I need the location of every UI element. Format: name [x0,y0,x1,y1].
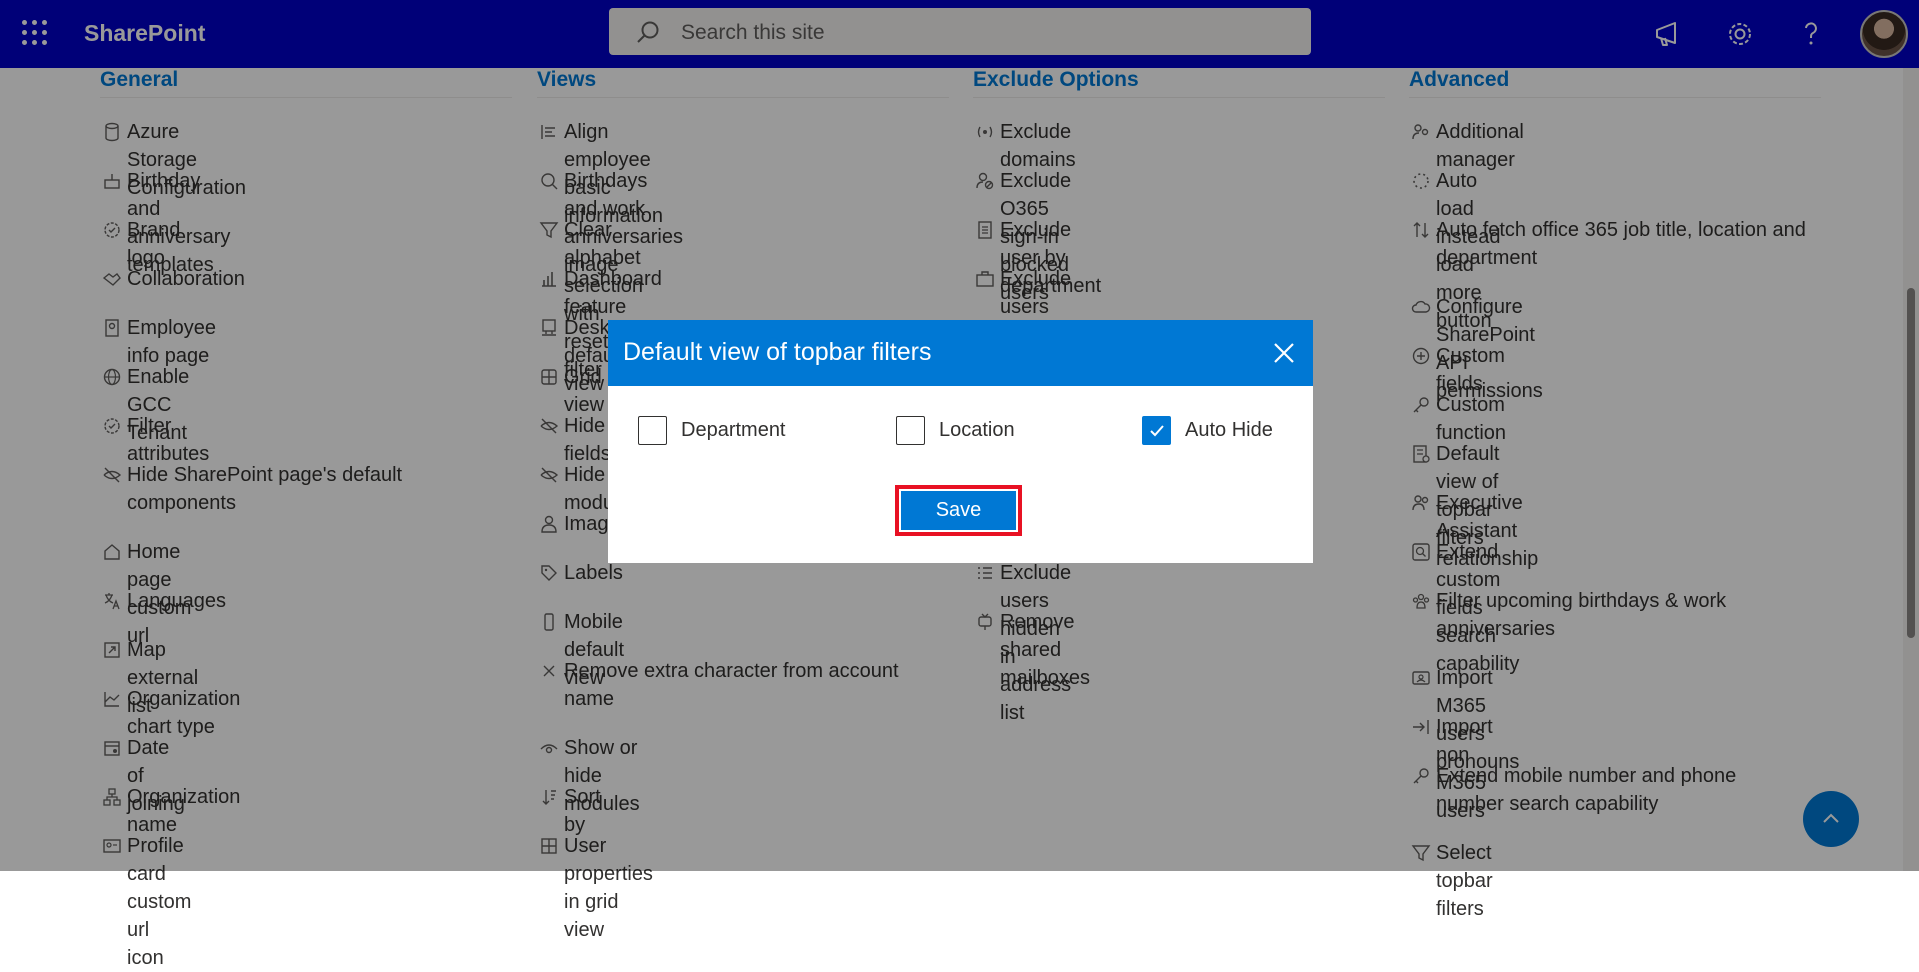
department-checkbox[interactable]: Department [638,416,786,445]
dialog-header: Default view of topbar filters [608,320,1313,386]
checkmark-icon [1149,424,1164,436]
checkbox-box[interactable] [1142,416,1171,445]
checkbox-label: Auto Hide [1185,419,1273,441]
location-checkbox[interactable]: Location [896,416,1015,445]
dialog-title: Default view of topbar filters [623,338,932,366]
checkbox-label: Department [681,419,786,441]
auto-hide-checkbox[interactable]: Auto Hide [1142,416,1273,445]
topbar-filters-dialog: Default view of topbar filters Departmen… [608,320,1313,563]
save-button[interactable]: Save [901,491,1016,530]
save-highlight: Save [895,485,1022,536]
checkbox-label: Location [939,419,1015,441]
checkbox-box[interactable] [638,416,667,445]
close-icon[interactable] [1267,336,1301,370]
checkbox-box[interactable] [896,416,925,445]
